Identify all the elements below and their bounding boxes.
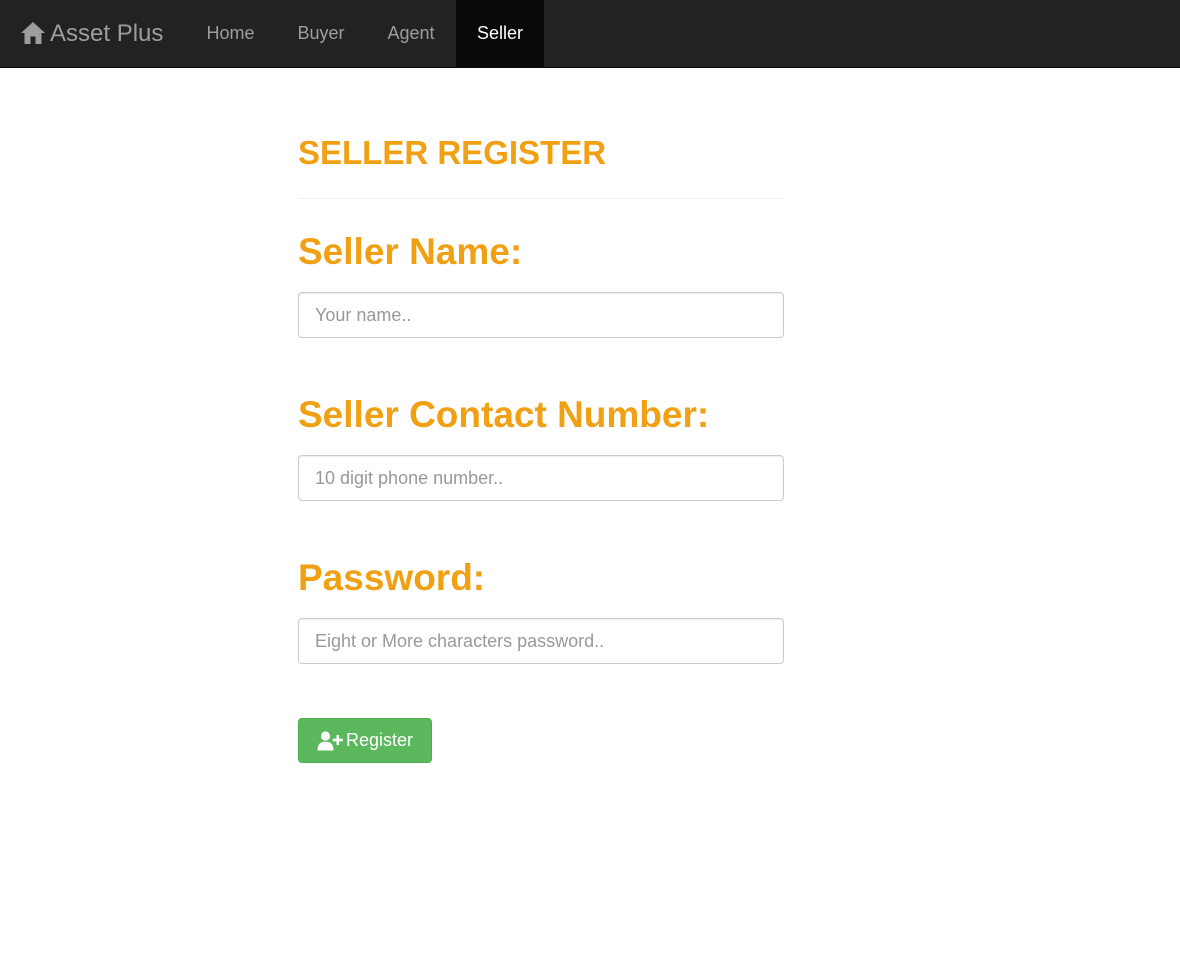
user-plus-icon: [317, 730, 343, 750]
brand-link[interactable]: Asset Plus: [20, 0, 163, 67]
top-navbar: Asset Plus Home Buyer Agent Seller: [0, 0, 1180, 68]
register-button[interactable]: Register: [298, 718, 432, 763]
password-input[interactable]: [298, 618, 784, 664]
seller-name-input[interactable]: [298, 292, 784, 338]
seller-name-label: Seller Name:: [298, 231, 523, 272]
nav-item-buyer[interactable]: Buyer: [276, 0, 366, 67]
home-icon: [21, 21, 45, 44]
register-button-label: Register: [345, 730, 414, 750]
nav-item-label: Seller: [476, 23, 524, 43]
seller-contact-label: Seller Contact Number:: [298, 394, 710, 435]
register-form: SELLER REGISTER Seller Name: Seller Cont…: [298, 68, 784, 763]
title-divider: [298, 198, 784, 199]
password-label: Password:: [298, 557, 486, 598]
page-title: SELLER REGISTER: [298, 134, 607, 171]
nav-item-seller[interactable]: Seller: [456, 0, 544, 67]
brand-label: Asset Plus: [50, 19, 164, 47]
nav-item-agent[interactable]: Agent: [366, 0, 456, 67]
nav-item-home[interactable]: Home: [185, 0, 276, 67]
nav-item-label: Home: [206, 23, 255, 43]
seller-contact-input[interactable]: [298, 455, 784, 501]
nav-item-label: Agent: [387, 23, 435, 43]
nav-item-label: Buyer: [297, 23, 345, 43]
